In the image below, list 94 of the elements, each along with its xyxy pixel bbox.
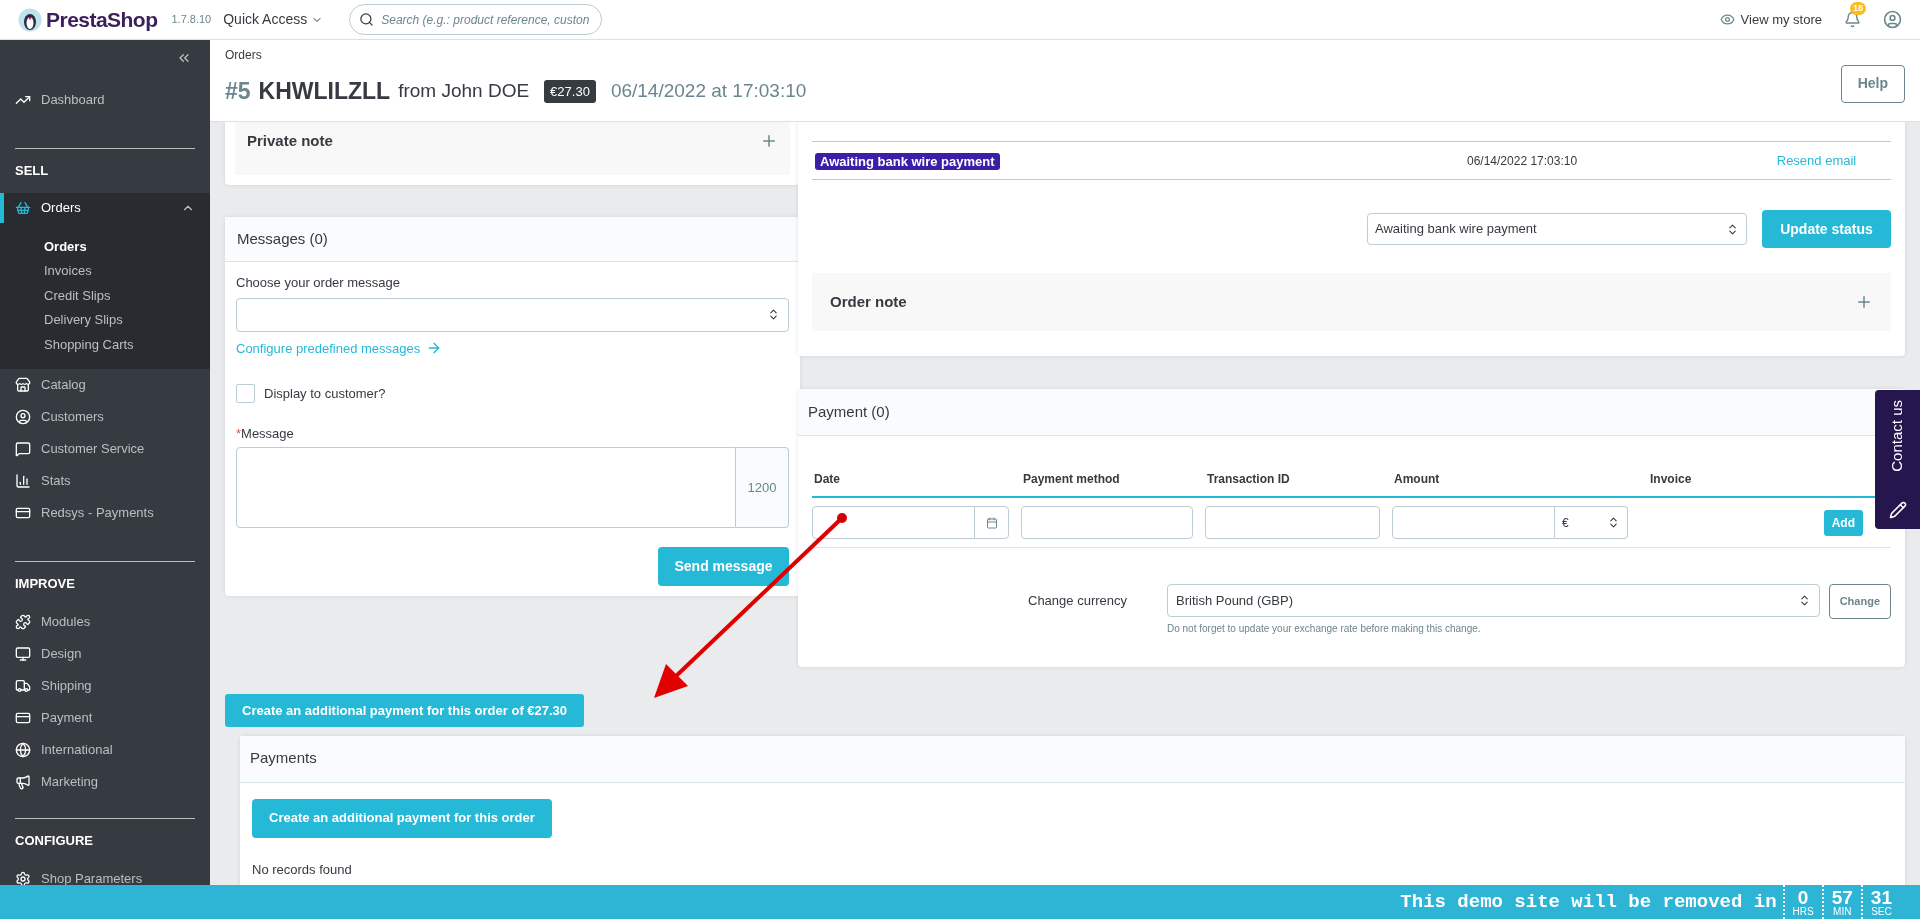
sidebar-item[interactable]: Modules xyxy=(0,605,210,638)
logo-icon xyxy=(18,7,42,32)
menu-icon xyxy=(15,741,31,758)
column-header: Invoice xyxy=(1649,471,1693,488)
card-title: Messages (0) xyxy=(237,228,328,249)
user-avatar-icon[interactable] xyxy=(1883,10,1902,29)
menu-icon xyxy=(15,677,31,694)
section-title: Private note xyxy=(247,131,333,151)
menu-icon xyxy=(15,645,31,662)
menu-icon xyxy=(15,408,31,425)
checkbox[interactable] xyxy=(236,384,255,404)
sidebar-item[interactable]: Stats xyxy=(0,464,210,497)
hint-text: Do not forget to update your exchange rate before making this change. xyxy=(1167,622,1482,636)
card-title: Payment (0) xyxy=(808,401,890,422)
message-textarea[interactable] xyxy=(236,447,736,528)
currency-select[interactable]: € xyxy=(1555,506,1628,539)
customer-name: from John DOE xyxy=(398,79,530,103)
countdown-unit: SEC xyxy=(1871,906,1892,917)
card-title: Payments xyxy=(250,748,317,769)
sidebar-item[interactable]: Dashboard xyxy=(0,84,210,116)
sidebar-item[interactable]: Catalog xyxy=(0,368,210,401)
menu-icon xyxy=(15,613,31,630)
select-arrows-icon xyxy=(1726,222,1739,236)
section-heading: IMPROVE xyxy=(14,574,76,593)
plus-icon[interactable] xyxy=(1855,293,1873,311)
countdown-unit: HRS xyxy=(1792,906,1814,917)
order-reference: KHWLILZLL xyxy=(258,77,391,106)
menu-icon xyxy=(15,200,31,216)
checkbox-label: Display to customer? xyxy=(264,385,386,403)
required-mark: * xyxy=(236,424,242,443)
sidebar-item[interactable]: Redsys - Payments xyxy=(0,496,210,529)
menu-icon xyxy=(15,376,31,393)
menu-icon xyxy=(15,870,31,887)
submenu-item[interactable]: Delivery Slips xyxy=(0,307,210,332)
countdown-value: 57 xyxy=(1831,887,1853,907)
column-header: Date xyxy=(813,471,841,488)
select-arrows-icon xyxy=(767,308,780,321)
calendar-icon xyxy=(985,516,998,529)
help-button[interactable]: Help xyxy=(1840,64,1905,103)
countdown-value: 31 xyxy=(1870,887,1892,907)
field-label: Change currency xyxy=(1027,592,1128,610)
amount-field[interactable] xyxy=(1392,506,1555,539)
logo-wordmark: PrestaShop xyxy=(46,6,158,33)
payment-method-field[interactable] xyxy=(1021,506,1193,539)
currency-dropdown[interactable]: British Pound (GBP) xyxy=(1167,584,1820,617)
field-label: Choose your order message xyxy=(236,274,402,292)
menu-icon xyxy=(15,472,31,489)
banner-text: This demo site will be removed in xyxy=(1400,889,1777,915)
menu-icon xyxy=(15,440,31,457)
order-number: #5 xyxy=(225,77,251,106)
eye-icon xyxy=(1719,12,1735,27)
plus-icon[interactable] xyxy=(760,132,778,150)
column-header: Amount xyxy=(1393,471,1441,488)
submenu-item[interactable]: Shopping Carts xyxy=(0,332,210,357)
sidebar-item[interactable]: Marketing xyxy=(0,765,210,798)
order-date: 06/14/2022 at 17:03:10 xyxy=(610,79,807,103)
section-heading: SELL xyxy=(14,162,50,181)
submenu-item[interactable]: Invoices xyxy=(0,258,210,283)
column-header: Transaction ID xyxy=(1206,471,1291,488)
quick-access-dropdown[interactable]: Quick Access xyxy=(223,9,324,30)
order-total-badge: €27.30 xyxy=(544,79,596,103)
section-title: Order note xyxy=(830,291,907,312)
search-field[interactable]: Search (e.g.: product reference, custon xyxy=(349,4,603,35)
search-icon xyxy=(359,12,375,27)
sidebar-item[interactable]: International xyxy=(0,733,210,766)
countdown-unit: MIN xyxy=(1833,906,1852,917)
character-counter: 1200 xyxy=(736,447,789,528)
countdown-value: 0 xyxy=(1797,887,1809,907)
sidebar-item[interactable]: Payment xyxy=(0,701,210,734)
section-heading: CONFIGURE xyxy=(14,831,94,850)
sidebar-item[interactable]: Design xyxy=(0,637,210,670)
view-store-link[interactable]: View my store xyxy=(1719,9,1822,30)
submenu-item[interactable]: Credit Slips xyxy=(0,283,210,308)
change-button[interactable]: Change xyxy=(1828,584,1891,619)
status-date: 06/14/2022 17:03:10 xyxy=(1466,152,1579,170)
transaction-id-field[interactable] xyxy=(1205,506,1380,539)
empty-message: No records found xyxy=(252,860,353,879)
select-arrows-icon xyxy=(1607,516,1620,529)
sidebar-item[interactable]: Customers xyxy=(0,400,210,433)
order-message-select[interactable] xyxy=(236,297,789,332)
sidebar-item[interactable]: Shipping xyxy=(0,669,210,702)
breadcrumb-link[interactable]: Orders xyxy=(225,46,1841,64)
notification-count: 18 xyxy=(1850,2,1866,15)
column-header: Payment method xyxy=(1022,471,1121,488)
version-label: 1.7.8.10 xyxy=(171,12,212,28)
pencil-icon xyxy=(1888,501,1907,519)
status-select[interactable]: Awaiting bank wire payment xyxy=(1367,213,1747,245)
submenu-item[interactable]: Orders xyxy=(0,234,210,259)
menu-icon xyxy=(15,773,31,790)
field-label: Message xyxy=(241,424,294,443)
status-badge: Awaiting bank wire payment xyxy=(815,152,1000,170)
sidebar-item[interactable]: Customer Service xyxy=(0,432,210,465)
bell-icon[interactable] xyxy=(1844,11,1861,28)
contact-us-tab[interactable]: Contact us xyxy=(1875,390,1920,529)
